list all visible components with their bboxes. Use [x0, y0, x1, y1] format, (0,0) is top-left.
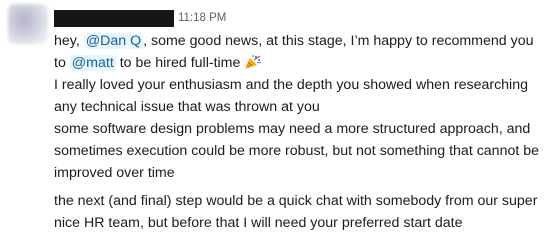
mention-matt[interactable]: @matt [69, 55, 116, 71]
message-header: 11:18 PM [54, 9, 226, 27]
message-timestamp[interactable]: 11:18 PM [178, 12, 226, 24]
text-segment: hey, [54, 33, 84, 49]
message-body: hey, @Dan Q, some good news, at this sta… [54, 30, 554, 234]
mention-dan-q[interactable]: @Dan Q [83, 33, 144, 49]
avatar[interactable] [8, 4, 48, 44]
redacted-sender-name[interactable] [54, 9, 174, 27]
message-paragraph-1: hey, @Dan Q, some good news, at this sta… [54, 30, 554, 74]
text-segment: , some good news, at this stage, I’m hap… [143, 33, 534, 49]
message-paragraph-2: I really loved your enthusiasm and the d… [54, 77, 528, 115]
text-segment: to be hired full-time [115, 55, 241, 71]
message-paragraph-3: some software design problems may need a… [54, 121, 540, 181]
text-segment: to [54, 55, 70, 71]
message-paragraph-4: the next (and final) step would be a qui… [54, 193, 538, 231]
party-popper-icon [245, 55, 262, 69]
